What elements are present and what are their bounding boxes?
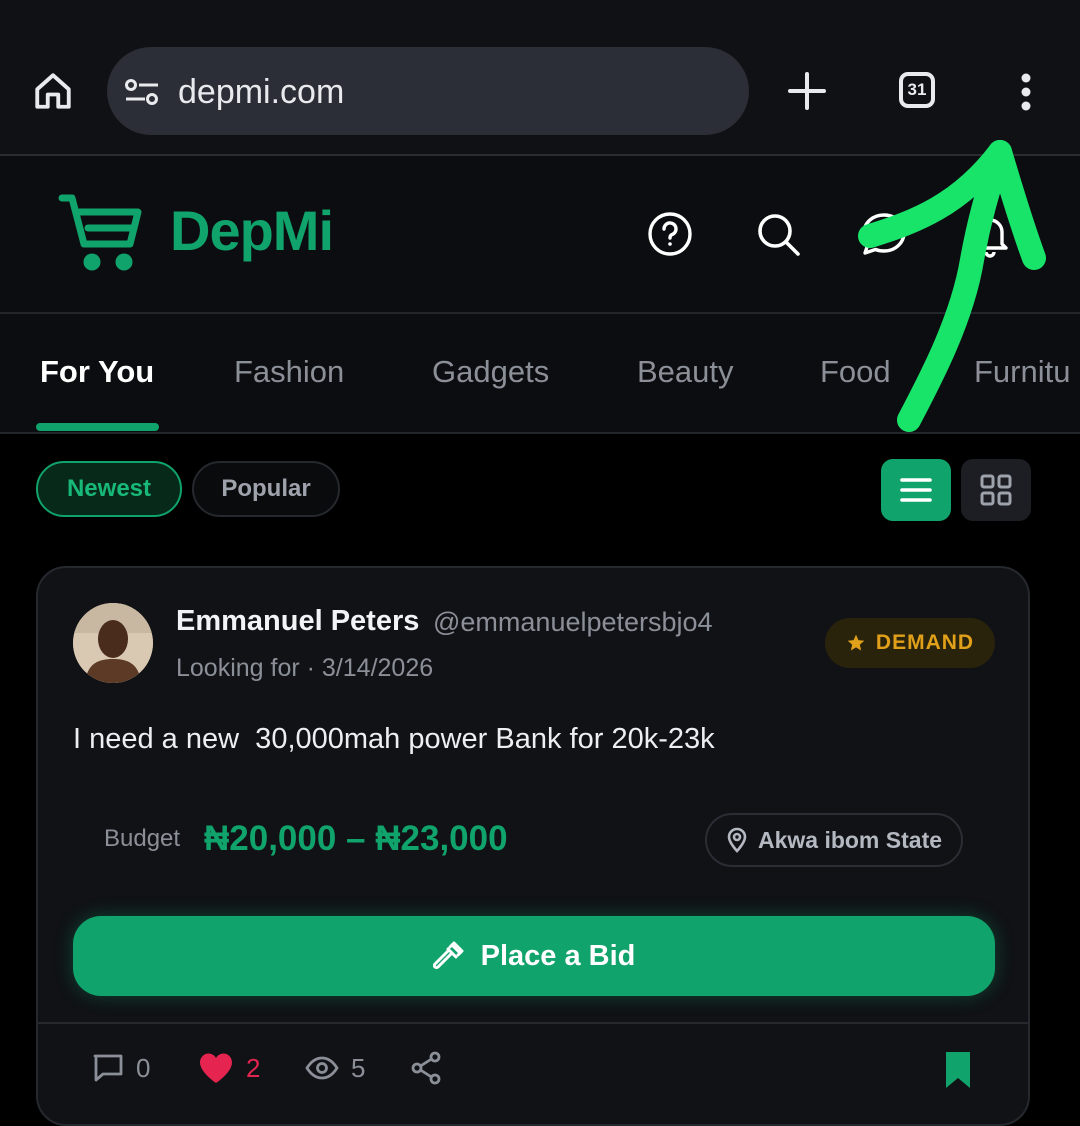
avatar[interactable] xyxy=(73,603,153,683)
location-label: Akwa ibom State xyxy=(757,826,943,853)
comments-stat[interactable]: 0 xyxy=(92,1048,150,1088)
app-header xyxy=(0,156,1080,314)
author-handle[interactable]: @emmanuelpetersbjo4 xyxy=(433,604,713,640)
home-icon[interactable] xyxy=(30,68,76,114)
grid-view-button[interactable] xyxy=(961,459,1031,521)
comments-count: 0 xyxy=(136,1052,151,1083)
star-icon xyxy=(847,634,865,651)
author-name[interactable]: Emmanuel Peters xyxy=(176,602,419,640)
tab-fashion[interactable]: Fashion xyxy=(234,352,344,392)
plus-icon[interactable] xyxy=(786,70,828,112)
tab-count-label: 31 xyxy=(907,80,927,99)
list-view-icon xyxy=(900,478,932,502)
comment-icon xyxy=(93,1054,123,1082)
budget-value: ₦20,000 – ₦23,000 xyxy=(204,819,508,858)
tab-switcher-icon[interactable]: 31 xyxy=(899,72,935,108)
eye-icon xyxy=(305,1056,339,1080)
tab-furniture[interactable]: Furnitu xyxy=(974,352,1070,392)
list-view-button[interactable] xyxy=(881,459,951,521)
url-text[interactable]: depmi.com xyxy=(178,70,344,114)
grid-view-icon xyxy=(980,474,1012,506)
location-chip[interactable]: Akwa ibom State xyxy=(705,813,963,867)
views-stat: 5 xyxy=(305,1048,365,1088)
post-text: I need a new 30,000mah power Bank for 20… xyxy=(73,723,715,755)
site-settings-icon[interactable] xyxy=(124,77,160,107)
place-bid-button[interactable]: Place a Bid xyxy=(73,916,995,996)
map-pin-icon xyxy=(727,827,747,853)
tab-gadgets[interactable]: Gadgets xyxy=(432,352,549,392)
bell-icon[interactable] xyxy=(966,210,1014,258)
budget-label: Budget xyxy=(104,825,181,852)
filter-popular-chip[interactable]: Popular xyxy=(192,461,340,517)
card-divider xyxy=(38,1022,1028,1024)
active-tab-indicator xyxy=(36,423,159,431)
brand-name[interactable]: DepMi xyxy=(170,196,334,266)
post-meta: Looking for · 3/14/2026 xyxy=(176,654,434,682)
heart-icon xyxy=(200,1053,232,1083)
views-count: 5 xyxy=(351,1052,366,1083)
tab-food[interactable]: Food xyxy=(820,352,891,392)
tab-for-you[interactable]: For You xyxy=(40,352,154,392)
more-vertical-icon[interactable] xyxy=(1010,72,1042,112)
place-bid-label: Place a Bid xyxy=(480,939,636,972)
gavel-icon xyxy=(432,941,464,970)
filter-newest-chip[interactable]: Newest xyxy=(36,461,182,517)
chat-icon[interactable] xyxy=(860,210,908,258)
help-icon[interactable] xyxy=(646,210,694,258)
likes-stat[interactable]: 2 xyxy=(198,1048,260,1088)
likes-count: 2 xyxy=(246,1052,261,1083)
search-icon[interactable] xyxy=(754,210,802,258)
share-button[interactable] xyxy=(410,1048,442,1088)
tab-beauty[interactable]: Beauty xyxy=(637,352,734,392)
cart-logo-icon xyxy=(58,194,142,271)
bookmark-icon[interactable] xyxy=(944,1050,972,1090)
demand-badge-label: DEMAND xyxy=(875,631,975,654)
demand-badge: DEMAND xyxy=(825,618,995,668)
